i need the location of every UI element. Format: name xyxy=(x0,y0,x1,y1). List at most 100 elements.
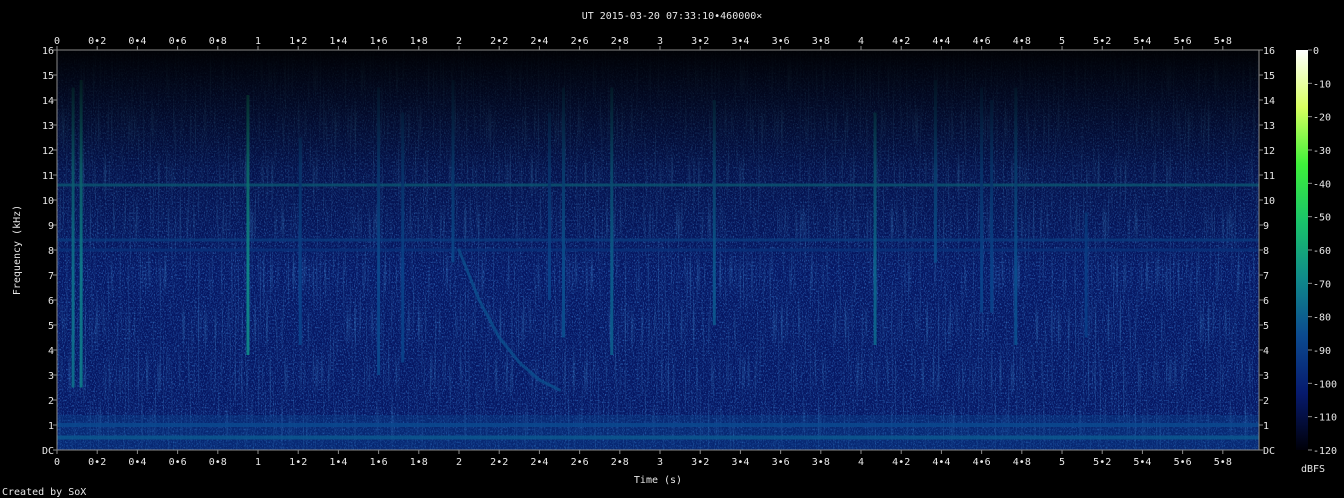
x-tick-label: 1•4 xyxy=(329,36,347,47)
x-tick-label: 0 xyxy=(54,457,60,468)
y-axis-right: DC12345678910111213141516 xyxy=(1259,46,1275,457)
x-tick-label: 5•8 xyxy=(1214,36,1232,47)
colorbar-tick-label: -90 xyxy=(1313,346,1331,357)
colorbar-tick-label: -20 xyxy=(1313,113,1331,124)
top-fade xyxy=(57,50,1259,450)
y-tick-label: 16 xyxy=(42,46,54,57)
colorbar-tick-label: -30 xyxy=(1313,146,1331,157)
y-axis-left: DC12345678910111213141516 xyxy=(42,46,57,457)
y-tick-label: 6 xyxy=(1263,296,1269,307)
y-tick-label: 12 xyxy=(42,146,54,157)
x-tick-label: 2•4 xyxy=(530,457,548,468)
x-axis-label: Time (s) xyxy=(634,475,682,486)
x-tick-label: 0•4 xyxy=(128,36,146,47)
colorbar-tick-label: -110 xyxy=(1313,413,1337,424)
x-tick-label: 4•6 xyxy=(973,36,991,47)
credit-text: Created by SoX xyxy=(2,487,86,498)
x-tick-label: 3•4 xyxy=(731,36,749,47)
y-tick-label: 8 xyxy=(1263,246,1269,257)
colorbar-tick-label: -100 xyxy=(1313,379,1337,390)
y-tick-label: 14 xyxy=(42,96,54,107)
y-tick-label: 9 xyxy=(1263,221,1269,232)
y-tick-label: 13 xyxy=(42,121,54,132)
x-tick-label: 0•6 xyxy=(169,457,187,468)
x-tick-label: 1•2 xyxy=(289,457,307,468)
colorbar-tick-label: -80 xyxy=(1313,313,1331,324)
y-tick-label: 2 xyxy=(1263,396,1269,407)
x-tick-label: 0•6 xyxy=(169,36,187,47)
x-axis-bottom: 0 0•2 0•4 0•6 0•8 1 1•2 1•4 1•6 1•8 2 2•2 2•4 2•6 2•8 3… xyxy=(54,450,1232,468)
x-tick-label: 3 xyxy=(657,457,663,468)
x-tick-label: 2•2 xyxy=(490,36,508,47)
x-tick-label: 3•6 xyxy=(772,457,790,468)
x-tick-label: 3 xyxy=(657,36,663,47)
y-tick-label: 7 xyxy=(1263,271,1269,282)
x-tick-label: 1•4 xyxy=(329,457,347,468)
x-tick-label: 4•4 xyxy=(932,457,950,468)
colorbar xyxy=(1296,50,1308,450)
x-tick-label: 2•8 xyxy=(611,36,629,47)
x-tick-label: 1•8 xyxy=(410,36,428,47)
x-tick-label: 2 xyxy=(456,457,462,468)
x-tick-label: 5•6 xyxy=(1174,457,1192,468)
x-tick-label: 1 xyxy=(255,36,261,47)
x-tick-label: 1 xyxy=(255,457,261,468)
x-tick-label: 4 xyxy=(858,36,864,47)
y-tick-label: 12 xyxy=(1263,146,1275,157)
x-tick-label: 2•6 xyxy=(571,457,589,468)
x-tick-label: 2 xyxy=(456,36,462,47)
y-tick-label: 10 xyxy=(42,196,54,207)
x-tick-label: 4 xyxy=(858,457,864,468)
x-tick-label: 0•4 xyxy=(128,457,146,468)
colorbar-tick-label: -70 xyxy=(1313,279,1331,290)
x-tick-label: 2•2 xyxy=(490,457,508,468)
x-tick-label: 1•8 xyxy=(410,457,428,468)
x-tick-label: 5 xyxy=(1059,36,1065,47)
x-tick-label: 2•8 xyxy=(611,457,629,468)
x-tick-label: 5•2 xyxy=(1093,36,1111,47)
x-tick-label: 3•8 xyxy=(812,457,830,468)
y-tick-label: 5 xyxy=(1263,321,1269,332)
x-axis-top: 0 0•2 0•4 0•6 0•8 1 1•2 1•4 1•6 1•8 2 2•2 2•4 2•6 2•8 3… xyxy=(54,36,1232,50)
x-tick-label: 4•6 xyxy=(973,457,991,468)
colorbar-ticks: 0 -10 -20 -30 -40 -50 -60 -70 -80 -90 -100 -110 -120 xyxy=(1308,46,1337,457)
y-tick-label: 4 xyxy=(48,346,54,357)
x-tick-label: 5•2 xyxy=(1093,457,1111,468)
x-tick-label: 2•6 xyxy=(571,36,589,47)
y-tick-label: 1 xyxy=(48,421,54,432)
y-tick-label: 3 xyxy=(48,371,54,382)
x-tick-label: 4•4 xyxy=(932,36,950,47)
x-tick-label: 5•4 xyxy=(1133,457,1151,468)
x-tick-label: 0•2 xyxy=(88,457,106,468)
x-tick-label: 2•4 xyxy=(530,36,548,47)
y-tick-label: DC xyxy=(42,446,54,457)
y-tick-label: 16 xyxy=(1263,46,1275,57)
colorbar-label: dBFS xyxy=(1301,464,1325,475)
y-tick-label: 15 xyxy=(42,71,54,82)
x-tick-label: 3•4 xyxy=(731,457,749,468)
chart-title: UT 2015-03-20 07:33:10•460000× xyxy=(582,11,763,22)
x-tick-label: 4•2 xyxy=(892,36,910,47)
x-tick-label: 0•8 xyxy=(209,36,227,47)
y-tick-label: 7 xyxy=(48,271,54,282)
y-tick-label: 6 xyxy=(48,296,54,307)
colorbar-tick-label: -50 xyxy=(1313,213,1331,224)
y-tick-label: 8 xyxy=(48,246,54,257)
plot-area xyxy=(57,50,1259,450)
colorbar-tick-label: -10 xyxy=(1313,79,1331,90)
y-tick-label: 11 xyxy=(1263,171,1275,182)
colorbar-tick-label: -120 xyxy=(1313,446,1337,457)
y-tick-label: 2 xyxy=(48,396,54,407)
y-tick-label: 4 xyxy=(1263,346,1269,357)
y-tick-label: 5 xyxy=(48,321,54,332)
y-tick-label: 9 xyxy=(48,221,54,232)
x-tick-label: 3•2 xyxy=(691,457,709,468)
x-tick-label: 5•8 xyxy=(1214,457,1232,468)
x-tick-label: 0•8 xyxy=(209,457,227,468)
x-tick-label: 3•2 xyxy=(691,36,709,47)
y-tick-label: 10 xyxy=(1263,196,1275,207)
y-tick-label: 11 xyxy=(42,171,54,182)
colorbar-tick-label: -40 xyxy=(1313,179,1331,190)
y-tick-label: 1 xyxy=(1263,421,1269,432)
x-tick-label: 0 xyxy=(54,36,60,47)
